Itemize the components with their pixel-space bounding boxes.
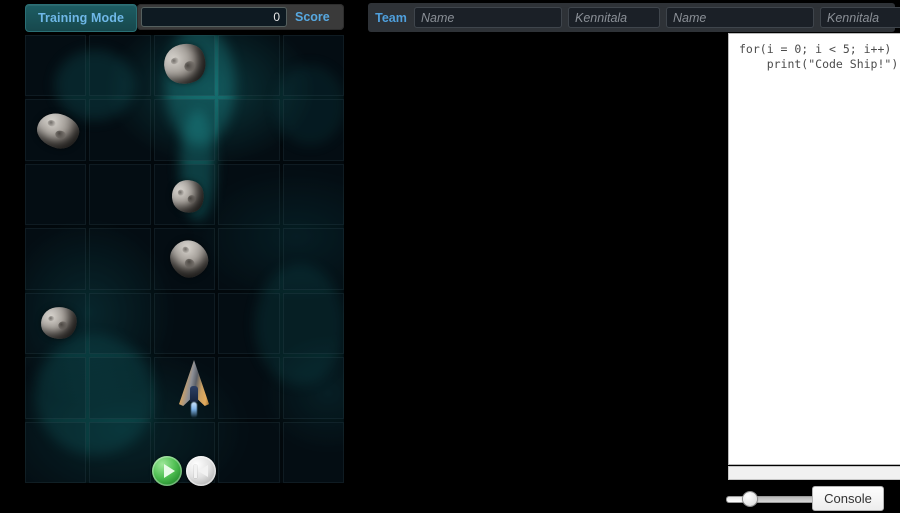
play-button[interactable] bbox=[152, 456, 182, 486]
grid-cell[interactable] bbox=[25, 421, 87, 483]
game-board[interactable] bbox=[25, 35, 344, 483]
grid-cell[interactable] bbox=[25, 99, 87, 161]
team-bar: Team bbox=[368, 3, 900, 32]
grid-cell[interactable] bbox=[25, 228, 87, 290]
game-grid bbox=[25, 35, 344, 483]
grid-cell[interactable] bbox=[89, 163, 151, 226]
grid-cell[interactable] bbox=[218, 163, 280, 226]
grid-cell[interactable] bbox=[25, 357, 87, 419]
grid-cell[interactable] bbox=[89, 228, 151, 290]
console-button[interactable]: Console bbox=[812, 486, 884, 511]
grid-cell[interactable] bbox=[218, 99, 280, 161]
reset-button[interactable] bbox=[186, 456, 216, 486]
grid-cell[interactable] bbox=[218, 357, 280, 419]
player2-kennitala-input[interactable] bbox=[820, 7, 900, 28]
play-icon bbox=[163, 464, 175, 478]
grid-cell[interactable] bbox=[89, 292, 151, 355]
grid-cell[interactable] bbox=[153, 292, 216, 355]
player1-kennitala-input[interactable] bbox=[568, 7, 660, 28]
score-label: Score bbox=[295, 10, 330, 24]
grid-cell[interactable] bbox=[153, 163, 216, 226]
team-label: Team bbox=[375, 10, 407, 25]
grid-cell[interactable] bbox=[282, 292, 344, 355]
slider-handle[interactable] bbox=[742, 492, 757, 506]
game-controls bbox=[152, 456, 222, 490]
game-panel: Training Mode 0 Score bbox=[0, 0, 360, 513]
training-mode-button[interactable]: Training Mode bbox=[25, 4, 137, 32]
editor-horizontal-scrollbar[interactable] bbox=[728, 466, 900, 480]
code-editor-area: for(i = 0; i < 5; i++) print("Code Ship!… bbox=[728, 33, 900, 480]
grid-cell[interactable] bbox=[153, 35, 216, 97]
grid-cell[interactable] bbox=[153, 357, 216, 419]
editor-panel: Team for(i = 0; i < 5; i++) print("Code … bbox=[360, 0, 900, 513]
grid-cell[interactable] bbox=[89, 357, 151, 419]
skip-to-start-icon bbox=[194, 464, 208, 478]
grid-cell[interactable] bbox=[282, 357, 344, 419]
score-value: 0 bbox=[141, 7, 287, 27]
grid-cell[interactable] bbox=[282, 35, 344, 97]
score-bar: 0 Score bbox=[137, 4, 344, 30]
game-topbar: Training Mode 0 Score bbox=[0, 0, 355, 34]
grid-cell[interactable] bbox=[282, 99, 344, 161]
grid-cell[interactable] bbox=[25, 163, 87, 226]
grid-cell[interactable] bbox=[153, 99, 216, 161]
grid-cell[interactable] bbox=[25, 292, 87, 355]
grid-cell[interactable] bbox=[89, 35, 151, 97]
grid-cell[interactable] bbox=[282, 228, 344, 290]
grid-cell[interactable] bbox=[218, 35, 280, 97]
grid-cell[interactable] bbox=[25, 35, 87, 97]
grid-cell[interactable] bbox=[153, 228, 216, 290]
bottom-toolbar: Console bbox=[360, 482, 900, 513]
grid-cell[interactable] bbox=[282, 163, 344, 226]
grid-cell[interactable] bbox=[89, 99, 151, 161]
speed-slider[interactable] bbox=[727, 492, 819, 506]
code-editor-textarea[interactable]: for(i = 0; i < 5; i++) print("Code Ship!… bbox=[728, 33, 900, 465]
grid-cell[interactable] bbox=[282, 421, 344, 483]
grid-cell[interactable] bbox=[218, 421, 280, 483]
player1-name-input[interactable] bbox=[414, 7, 562, 28]
grid-cell[interactable] bbox=[218, 228, 280, 290]
grid-cell[interactable] bbox=[89, 421, 151, 483]
player2-name-input[interactable] bbox=[666, 7, 814, 28]
grid-cell[interactable] bbox=[218, 292, 280, 355]
